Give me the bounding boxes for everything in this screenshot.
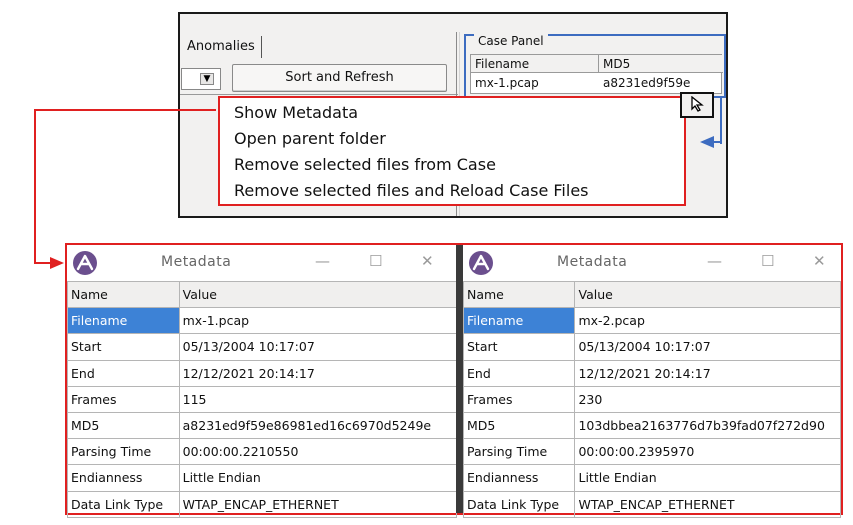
table-row[interactable]: Filename mx-2.pcap bbox=[462, 307, 841, 335]
table-row[interactable]: Start 05/13/2004 10:17:07 bbox=[462, 333, 841, 361]
cell-name[interactable]: Filename bbox=[67, 307, 180, 335]
menu-item-show-metadata[interactable]: Show Metadata bbox=[234, 100, 684, 126]
cell-value[interactable]: 05/13/2004 10:17:07 bbox=[178, 333, 458, 361]
case-indicator-line bbox=[720, 98, 722, 144]
cell-value[interactable]: 00:00:00.2210550 bbox=[178, 438, 458, 466]
filter-dropdown[interactable]: ▼ bbox=[181, 68, 221, 90]
app-screenshot: Anomalies ▼ Sort and Refresh Case Panel … bbox=[178, 12, 728, 218]
context-menu: Show Metadata Open parent folder Remove … bbox=[218, 96, 686, 206]
table-row[interactable]: Data Link Type WTAP_ENCAP_ETHERNET bbox=[67, 490, 458, 518]
cell-value[interactable]: WTAP_ENCAP_ETHERNET bbox=[574, 490, 841, 518]
cursor-highlight bbox=[680, 92, 714, 118]
cell-name[interactable]: Start bbox=[67, 333, 180, 361]
cell-name[interactable]: Frames bbox=[462, 385, 576, 413]
metadata-table: Name Value Filename mx-1.pcap Start 05/13/… bbox=[67, 280, 458, 518]
cell-name[interactable]: End bbox=[462, 359, 576, 387]
window-divider bbox=[456, 245, 463, 513]
cell-value[interactable]: 230 bbox=[574, 385, 841, 413]
right-arrow-icon bbox=[50, 257, 64, 269]
case-panel: Case Panel Filename MD5 mx-1.pcap a8231e… bbox=[464, 34, 726, 98]
table-row[interactable]: Parsing Time 00:00:00.2395970 bbox=[462, 438, 841, 466]
table-row[interactable]: Start 05/13/2004 10:17:07 bbox=[67, 333, 458, 361]
metadata-table: Name Value Filename mx-2.pcap Start 05/13/… bbox=[462, 280, 841, 518]
cell-value[interactable]: 12/12/2021 20:14:17 bbox=[574, 359, 841, 387]
table-row[interactable]: Parsing Time 00:00:00.2210550 bbox=[67, 438, 458, 466]
table-row[interactable]: Endianness Little Endian bbox=[67, 464, 458, 492]
cell-value[interactable]: mx-1.pcap bbox=[178, 307, 458, 335]
cell-name[interactable]: Filename bbox=[462, 307, 576, 335]
menu-item-open-parent-folder[interactable]: Open parent folder bbox=[234, 126, 684, 152]
cell-value[interactable]: a8231ed9f59e86981ed16c6970d5249e bbox=[178, 411, 458, 440]
col-header-value[interactable]: Value bbox=[178, 280, 458, 309]
col-header-value[interactable]: Value bbox=[574, 280, 841, 309]
menu-item-remove-and-reload[interactable]: Remove selected files and Reload Case Fi… bbox=[234, 178, 684, 204]
table-row[interactable]: MD5 a8231ed9f59e86981ed16c6970d5249e bbox=[67, 411, 458, 440]
cell-value[interactable]: Little Endian bbox=[178, 464, 458, 492]
cell-value[interactable]: 00:00:00.2395970 bbox=[574, 438, 841, 466]
app-logo-icon bbox=[73, 251, 97, 275]
table-row[interactable]: Endianness Little Endian bbox=[462, 464, 841, 492]
cell-name[interactable]: MD5 bbox=[462, 411, 576, 440]
case-panel-title: Case Panel bbox=[474, 34, 548, 48]
connector-line bbox=[34, 109, 36, 263]
cell-value[interactable]: 05/13/2004 10:17:07 bbox=[574, 333, 841, 361]
cell-value[interactable]: mx-2.pcap bbox=[574, 307, 841, 335]
cell-value[interactable]: 103dbbea2163776d7b39fad07f272d90 bbox=[574, 411, 841, 440]
cell-name[interactable]: Endianness bbox=[67, 464, 180, 492]
cell-name[interactable]: Parsing Time bbox=[462, 438, 576, 466]
metadata-window-1: Metadata — ☐ ✕ Name Value Filename mx-1.p… bbox=[67, 245, 458, 518]
col-header-name[interactable]: Name bbox=[462, 280, 576, 309]
window-title: Metadata bbox=[161, 254, 232, 270]
col-header-name[interactable]: Name bbox=[67, 280, 180, 309]
cell-name[interactable]: End bbox=[67, 359, 180, 387]
metadata-window-2: Metadata — ☐ ✕ Name Value Filename mx-2.p… bbox=[462, 245, 841, 518]
titlebar[interactable]: Metadata — ☐ ✕ bbox=[463, 245, 841, 281]
close-icon[interactable]: ✕ bbox=[813, 252, 826, 270]
titlebar[interactable]: Metadata — ☐ ✕ bbox=[67, 245, 457, 281]
table-row[interactable]: Frames 115 bbox=[67, 385, 458, 413]
cell-name[interactable]: Parsing Time bbox=[67, 438, 180, 466]
cell-name[interactable]: Endianness bbox=[462, 464, 576, 492]
cell-value[interactable]: 115 bbox=[178, 385, 458, 413]
minimize-icon[interactable]: — bbox=[315, 252, 330, 270]
close-icon[interactable]: ✕ bbox=[421, 252, 434, 270]
minimize-icon[interactable]: — bbox=[707, 252, 722, 270]
table-row[interactable]: Data Link Type WTAP_ENCAP_ETHERNET bbox=[462, 490, 841, 518]
table-row[interactable]: End 12/12/2021 20:14:17 bbox=[67, 359, 458, 387]
cell-name[interactable]: Frames bbox=[67, 385, 180, 413]
table-row[interactable]: Frames 230 bbox=[462, 385, 841, 413]
case-table: Filename MD5 mx-1.pcap a8231ed9f59e bbox=[470, 54, 723, 94]
tab-anomalies[interactable]: Anomalies bbox=[181, 36, 262, 58]
cell-name[interactable]: Start bbox=[462, 333, 576, 361]
cell-value[interactable]: Little Endian bbox=[574, 464, 841, 492]
case-row-filename[interactable]: mx-1.pcap bbox=[471, 74, 599, 92]
maximize-icon[interactable]: ☐ bbox=[369, 252, 382, 270]
sort-refresh-button[interactable]: Sort and Refresh bbox=[232, 64, 447, 92]
mouse-cursor-icon bbox=[691, 95, 705, 115]
maximize-icon[interactable]: ☐ bbox=[761, 252, 774, 270]
table-row[interactable]: MD5 103dbbea2163776d7b39fad07f272d90 bbox=[462, 411, 841, 440]
table-header-row: Name Value bbox=[462, 280, 841, 309]
cell-name[interactable]: Data Link Type bbox=[67, 490, 180, 518]
case-row-md5[interactable]: a8231ed9f59e bbox=[599, 74, 723, 92]
table-header-row: Name Value bbox=[67, 280, 458, 309]
table-row[interactable]: Filename mx-1.pcap bbox=[67, 307, 458, 335]
table-row[interactable]: End 12/12/2021 20:14:17 bbox=[462, 359, 841, 387]
menu-item-remove-files[interactable]: Remove selected files from Case bbox=[234, 152, 684, 178]
window-title: Metadata bbox=[557, 254, 628, 270]
cell-value[interactable]: 12/12/2021 20:14:17 bbox=[178, 359, 458, 387]
case-col-filename[interactable]: Filename bbox=[471, 55, 599, 73]
metadata-frame: Metadata — ☐ ✕ Name Value Filename mx-1.p… bbox=[65, 243, 843, 518]
cell-name[interactable]: Data Link Type bbox=[462, 490, 576, 518]
chevron-down-icon[interactable]: ▼ bbox=[200, 73, 214, 85]
left-arrow-icon bbox=[700, 136, 714, 148]
cell-name[interactable]: MD5 bbox=[67, 411, 180, 440]
cell-value[interactable]: WTAP_ENCAP_ETHERNET bbox=[178, 490, 458, 518]
connector-line bbox=[34, 109, 216, 111]
app-logo-icon bbox=[469, 251, 493, 275]
case-col-md5[interactable]: MD5 bbox=[599, 55, 723, 73]
